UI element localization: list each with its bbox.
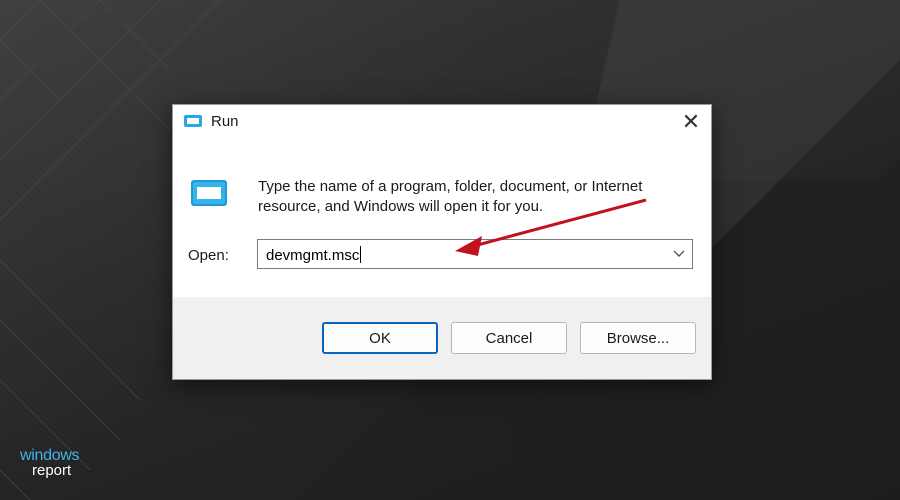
- annotation-arrow: [455, 198, 647, 256]
- windows-report-logo: windows report: [20, 447, 80, 479]
